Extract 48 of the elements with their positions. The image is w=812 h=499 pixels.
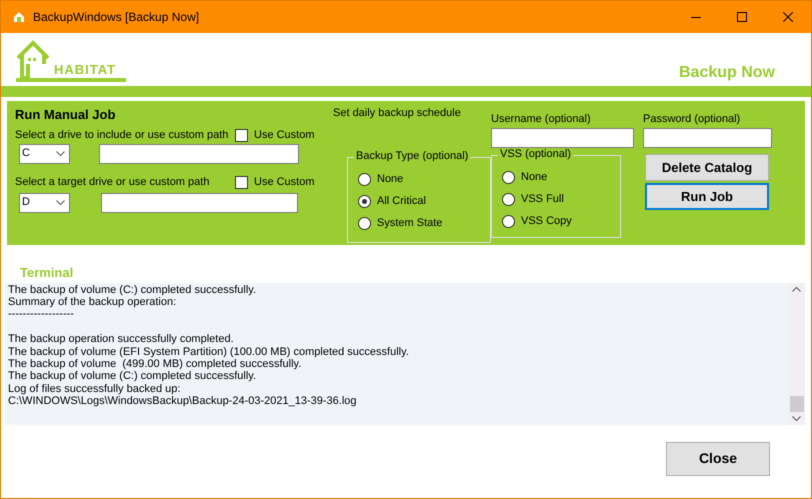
scroll-thumb[interactable]	[790, 396, 804, 412]
field-label: Select a target drive or use custom path	[15, 176, 210, 189]
terminal-title: Terminal	[20, 265, 74, 281]
field-label: Select a drive to include or use custom path	[15, 128, 230, 142]
radio-button[interactable]	[502, 170, 515, 184]
radio-button[interactable]	[502, 192, 515, 206]
path-field[interactable]	[101, 192, 298, 213]
radio-label: VSS Full	[521, 192, 564, 206]
field-label: Password (optional)	[643, 113, 742, 126]
page-title: Backup Now	[678, 62, 775, 82]
group-legend: Backup Type (optional)	[354, 150, 470, 164]
section-title: Run Manual Job	[15, 107, 116, 123]
radio-button[interactable]	[358, 172, 371, 186]
close-icon	[783, 12, 793, 22]
minimize-icon	[691, 16, 701, 18]
checkbox[interactable]	[235, 128, 248, 142]
radio-label: None	[521, 170, 548, 184]
house-icon	[13, 11, 25, 23]
radio-button[interactable]	[502, 214, 515, 228]
drive-dropdown[interactable]: C	[19, 144, 70, 164]
schedule-label: Set daily backup schedule	[333, 107, 462, 120]
drive-dropdown[interactable]: D	[19, 192, 70, 213]
radio-label: System State	[377, 216, 442, 230]
username-field[interactable]	[491, 128, 634, 148]
maximize-icon	[737, 12, 747, 22]
window-title: BackupWindows [Backup Now]	[33, 10, 200, 24]
checkbox-label: Use Custom	[254, 176, 315, 189]
radio-button[interactable]	[358, 194, 371, 208]
scroll-up-icon[interactable]	[792, 286, 801, 292]
caret-icon	[56, 151, 65, 156]
path-field[interactable]	[99, 144, 299, 164]
checkbox-label: Use Custom	[254, 128, 315, 142]
radio-button[interactable]	[358, 216, 371, 230]
caret-icon	[56, 200, 65, 206]
radio-label: None	[377, 172, 404, 186]
radio-label: All Critical	[377, 194, 426, 208]
logo-text: HABITAT	[54, 62, 116, 78]
scrollbar[interactable]	[788, 282, 805, 425]
group-legend: VSS (optional)	[498, 148, 573, 162]
log-text: The backup of volume (C:) completed successfully. Summary of the backup operation: ------------------ The backup operation successfully completed. The backup of volume (EFI System Partition) (100.00 MB) completed successfully. The backup of volume (499.00 MB) completed successfully. The backup of volume (C:) completed successfully. Log of files successfully backed up: C:\WINDOWS\Logs\WindowsBackup\Backup-24-03-2021_13-39-36.log	[7, 282, 410, 410]
password-field[interactable]	[643, 128, 772, 148]
checkbox[interactable]	[235, 176, 248, 189]
action-button[interactable]: Delete Catalog	[645, 154, 769, 182]
radio-label: VSS Copy	[521, 214, 572, 228]
scroll-down-icon[interactable]	[792, 416, 801, 421]
field-label: Username (optional)	[491, 113, 592, 126]
action-button[interactable]: Run Job	[645, 183, 769, 210]
close-button[interactable]: Close	[666, 442, 770, 476]
